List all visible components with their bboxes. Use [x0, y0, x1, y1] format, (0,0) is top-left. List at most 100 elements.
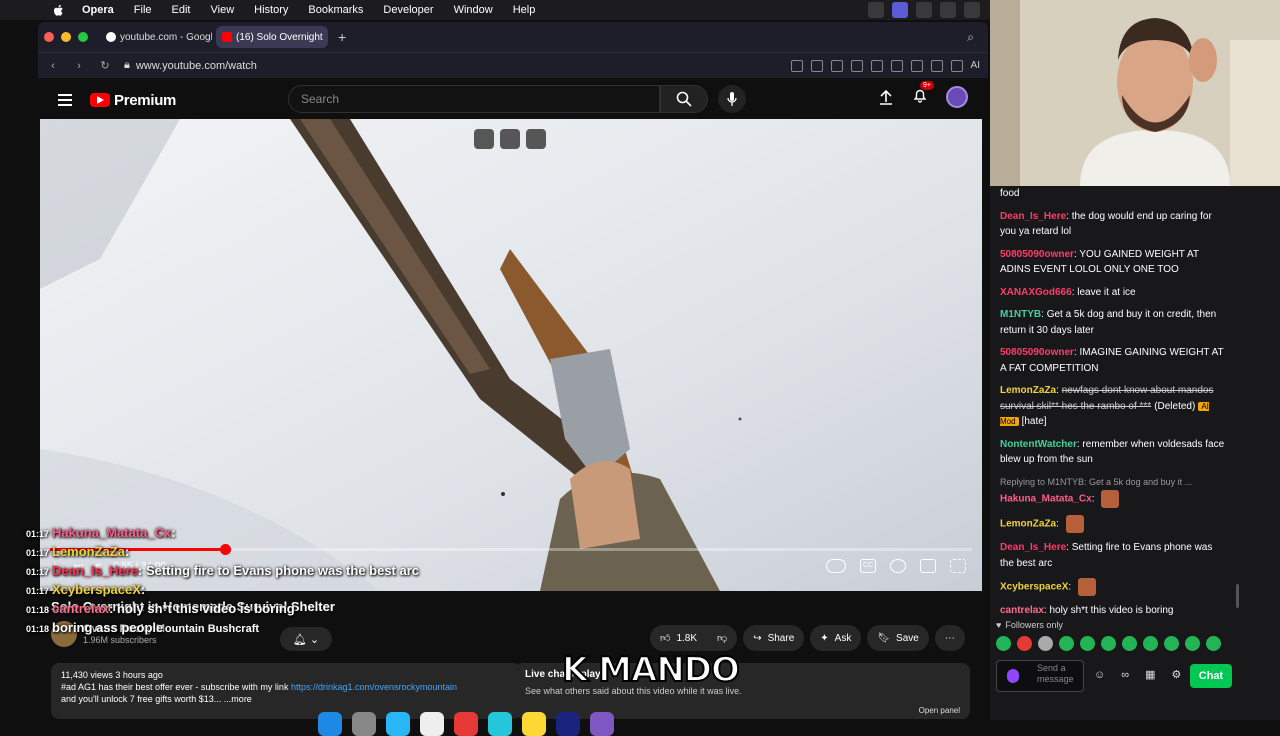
- voice-search-button[interactable]: [718, 85, 746, 113]
- menu-help[interactable]: Help: [513, 4, 536, 16]
- chat-username[interactable]: NontentWatcher: [1000, 439, 1077, 450]
- search-button[interactable]: [660, 85, 708, 113]
- avatar[interactable]: [946, 86, 968, 108]
- upload-icon[interactable]: [878, 89, 894, 105]
- dock-app-icon[interactable]: [556, 712, 580, 736]
- dock-app-icon[interactable]: [590, 712, 614, 736]
- emote-icon[interactable]: [1122, 636, 1137, 651]
- open-panel-button[interactable]: Open panel: [919, 706, 960, 715]
- menu-bookmarks[interactable]: Bookmarks: [308, 4, 363, 16]
- emote-icon[interactable]: [1101, 636, 1116, 651]
- like-button[interactable]: 👍︎ 1.8K 👎︎: [650, 625, 738, 651]
- emote-icon[interactable]: [1206, 636, 1221, 651]
- emote-icon[interactable]: [1143, 636, 1158, 651]
- extension-icon[interactable]: [950, 59, 963, 72]
- captions-icon[interactable]: CC: [860, 559, 876, 573]
- hamburger-menu-icon[interactable]: [58, 94, 72, 106]
- menu-edit[interactable]: Edit: [172, 4, 191, 16]
- chat-send-button[interactable]: Chat: [1190, 664, 1232, 688]
- heart-icon[interactable]: [870, 59, 883, 72]
- emote-icon[interactable]: [1080, 636, 1095, 651]
- description-box[interactable]: 11,430 views 3 hours ago #ad AG1 has the…: [51, 663, 521, 719]
- settings-gear-icon[interactable]: [890, 559, 906, 573]
- dock-app-icon[interactable]: [352, 712, 376, 736]
- emote-icon[interactable]: [1164, 636, 1179, 651]
- chat-username[interactable]: 50805090owner: [1000, 249, 1074, 260]
- infinity-icon[interactable]: ∞: [1121, 668, 1129, 684]
- menu-window[interactable]: Window: [454, 4, 493, 16]
- ai-summary-icon[interactable]: [500, 129, 520, 149]
- forward-icon[interactable]: ›: [68, 60, 90, 72]
- chat-username[interactable]: 50805090owner: [1000, 347, 1074, 358]
- fullscreen-icon[interactable]: [950, 559, 966, 573]
- chat-username[interactable]: LemonZaZa: [1000, 519, 1056, 530]
- close-window-button[interactable]: [44, 32, 54, 42]
- dock-app-icon[interactable]: [386, 712, 410, 736]
- thumbs-down-icon[interactable]: 👎︎: [717, 632, 727, 644]
- profile-icon[interactable]: [930, 59, 943, 72]
- dock-app-icon[interactable]: [420, 712, 444, 736]
- status-icon-3[interactable]: [916, 2, 932, 18]
- menu-icon[interactable]: [910, 59, 923, 72]
- chat-username[interactable]: Dean_Is_Here: [1000, 211, 1066, 222]
- status-icon-4[interactable]: [940, 2, 956, 18]
- emote-icon[interactable]: [1185, 636, 1200, 651]
- autoplay-toggle-icon[interactable]: [826, 559, 846, 573]
- chat-username[interactable]: cantrelax: [1000, 605, 1044, 616]
- edit-icon[interactable]: [790, 59, 803, 72]
- settings-gear-icon[interactable]: ⚙: [1171, 668, 1181, 684]
- shield-icon[interactable]: [830, 59, 843, 72]
- dock-app-icon[interactable]: [522, 712, 546, 736]
- emote-picker-icon[interactable]: ☺: [1094, 668, 1105, 684]
- miniplayer-icon[interactable]: [474, 129, 494, 149]
- emote-icon[interactable]: [1059, 636, 1074, 651]
- menu-view[interactable]: View: [211, 4, 235, 16]
- ask-button[interactable]: ✦ Ask: [810, 625, 862, 651]
- status-icon-1[interactable]: [868, 2, 884, 18]
- chat-username[interactable]: XcyberspaceX: [1000, 582, 1068, 593]
- download-icon[interactable]: [890, 59, 903, 72]
- save-button[interactable]: 🔖︎ Save: [867, 625, 929, 651]
- chat-username[interactable]: M1NTYB: [1000, 309, 1041, 320]
- chat-username[interactable]: Dean_Is_Here: [1000, 542, 1066, 553]
- back-icon[interactable]: ‹: [42, 60, 64, 72]
- zoom-window-button[interactable]: [78, 32, 88, 42]
- tab-search-icon[interactable]: ⌕: [967, 30, 974, 45]
- chat-input[interactable]: Send a message: [996, 660, 1084, 692]
- store-icon[interactable]: ▦: [1145, 668, 1155, 684]
- more-actions-button[interactable]: ⋯: [934, 625, 965, 651]
- youtube-logo[interactable]: Premium: [90, 92, 176, 109]
- dock-app-icon[interactable]: [454, 712, 478, 736]
- camera-icon[interactable]: [810, 59, 823, 72]
- theater-mode-icon[interactable]: [920, 559, 936, 573]
- new-tab-icon[interactable]: +: [338, 29, 346, 45]
- emote-icon[interactable]: [1038, 636, 1053, 651]
- apple-icon[interactable]: [50, 2, 66, 18]
- status-icon-5[interactable]: [964, 2, 980, 18]
- notifications-button[interactable]: 9+: [912, 80, 934, 108]
- emote-icon[interactable]: [1017, 636, 1032, 651]
- chat-scrollbar[interactable]: [1236, 584, 1239, 608]
- share-button[interactable]: ↪ Share: [743, 625, 805, 651]
- minimize-window-button[interactable]: [61, 32, 71, 42]
- menu-developer[interactable]: Developer: [383, 4, 433, 16]
- search-input[interactable]: Search: [288, 85, 660, 113]
- dock-finder-icon[interactable]: [318, 712, 342, 736]
- dock-app-icon[interactable]: [488, 712, 512, 736]
- tab-google[interactable]: youtube.com - Google S: [100, 26, 212, 48]
- url-field[interactable]: 🔒︎ www.youtube.com/watch: [124, 59, 257, 72]
- emote-icon[interactable]: [996, 636, 1011, 651]
- status-icon-2[interactable]: [892, 2, 908, 18]
- mic-icon[interactable]: [1007, 669, 1019, 683]
- reload-icon[interactable]: ↻: [94, 59, 116, 72]
- chat-username[interactable]: XANAXGod666: [1000, 287, 1072, 298]
- description-link[interactable]: https://drinkag1.com/ovensrockymountain: [291, 682, 457, 692]
- tab-youtube[interactable]: (16) Solo Overnight: [216, 26, 328, 48]
- video-player[interactable]: ▶ ⏭ 🔊︎ 0:55 / 34:00 CC: [40, 119, 982, 591]
- ai-button[interactable]: AI: [971, 60, 980, 72]
- play-icon[interactable]: [850, 59, 863, 72]
- description-more[interactable]: and you'll unlock 7 free gifts worth $13…: [61, 693, 511, 705]
- menu-history[interactable]: History: [254, 4, 288, 16]
- camera-capture-icon[interactable]: [526, 129, 546, 149]
- menu-file[interactable]: File: [134, 4, 152, 16]
